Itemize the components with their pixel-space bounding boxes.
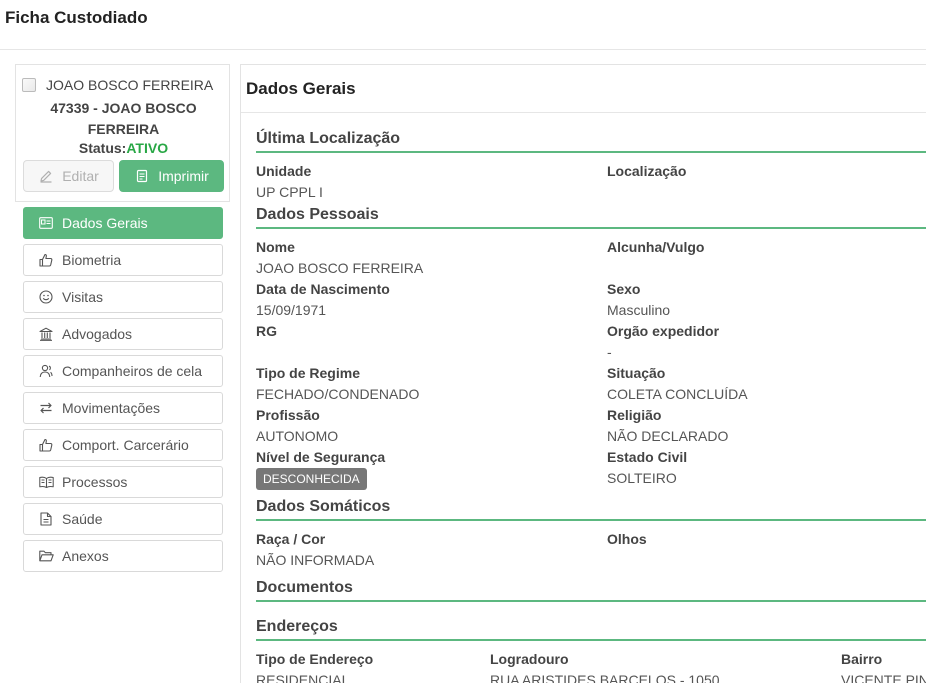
status-badge: ATIVO bbox=[126, 140, 169, 156]
unidade-value: UP CPPL I bbox=[256, 184, 323, 200]
sidebar-item-label: Anexos bbox=[62, 548, 109, 564]
exchange-icon bbox=[38, 400, 54, 416]
folder-open-icon bbox=[38, 548, 54, 564]
sidebar-item-label: Comport. Carcerário bbox=[62, 437, 189, 453]
profissao-label: Profissão bbox=[256, 407, 320, 423]
sidebar-item-advogados[interactable]: Advogados bbox=[23, 318, 223, 350]
page-header: Ficha Custodiado bbox=[0, 0, 926, 50]
profile-photo: JOAO BOSCO FERREIRA bbox=[22, 77, 228, 95]
panel-header: Dados Gerais bbox=[241, 65, 926, 113]
orgao-expedidor-value: - bbox=[607, 344, 612, 360]
sexo-label: Sexo bbox=[607, 281, 641, 297]
panel-title: Dados Gerais bbox=[246, 79, 356, 98]
profissao-value: AUTONOMO bbox=[256, 428, 339, 444]
situacao-value: COLETA CONCLUÍDA bbox=[607, 386, 748, 402]
print-button-label: Imprimir bbox=[158, 168, 209, 184]
section-title-dados-somaticos: Dados Somáticos bbox=[256, 498, 391, 515]
status-label: Status: bbox=[78, 140, 127, 156]
estado-civil-label: Estado Civil bbox=[607, 449, 688, 465]
section-title-ultima-localizacao: Última Localização bbox=[256, 130, 401, 147]
sidebar-item-anexos[interactable]: Anexos bbox=[23, 540, 223, 572]
bank-icon bbox=[38, 326, 54, 342]
orgao-expedidor-label: Orgão expedidor bbox=[607, 323, 720, 339]
raca-label: Raça / Cor bbox=[256, 531, 326, 547]
section-divider bbox=[256, 639, 926, 641]
sidebar-item-companheiros-de-cela[interactable]: Companheiros de cela bbox=[23, 355, 223, 387]
sidebar-item-label: Companheiros de cela bbox=[62, 363, 203, 379]
profile-name-line2: FERREIRA bbox=[87, 121, 160, 137]
sidebar-item-processos[interactable]: Processos bbox=[23, 466, 223, 498]
sidebar-item-label: Saúde bbox=[62, 511, 103, 527]
nome-value: JOAO BOSCO FERREIRA bbox=[256, 260, 424, 276]
nascimento-value: 15/09/1971 bbox=[256, 302, 327, 318]
book-icon bbox=[38, 474, 54, 490]
section-divider bbox=[256, 600, 926, 602]
sidebar-item-label: Advogados bbox=[62, 326, 133, 342]
sidebar-item-label: Movimentações bbox=[62, 400, 161, 416]
smile-icon bbox=[38, 289, 54, 305]
nome-label: Nome bbox=[256, 239, 295, 255]
alcunha-label: Alcunha/Vulgo bbox=[607, 239, 705, 255]
regime-label: Tipo de Regime bbox=[256, 365, 360, 381]
sidebar-item-label: Processos bbox=[62, 474, 128, 490]
section-divider bbox=[256, 519, 926, 521]
section-title-documentos: Documentos bbox=[256, 579, 353, 596]
sidebar-item-label: Dados Gerais bbox=[62, 215, 148, 231]
profile-name: 47339 - JOAO BOSCO FERREIRA bbox=[16, 98, 231, 140]
raca-value: NÃO INFORMADA bbox=[256, 552, 375, 568]
regime-value: FECHADO/CONDENADO bbox=[256, 386, 420, 402]
broken-image-icon bbox=[22, 78, 36, 92]
sidebar-item-dados-gerais[interactable]: Dados Gerais bbox=[23, 207, 223, 239]
edit-button-label: Editar bbox=[62, 168, 99, 184]
seguranca-label: Nível de Segurança bbox=[256, 449, 386, 465]
section-title-dados-pessoais: Dados Pessoais bbox=[256, 206, 379, 223]
sidebar-item-visitas[interactable]: Visitas bbox=[23, 281, 223, 313]
profile-name-line1: 47339 - JOAO BOSCO bbox=[50, 100, 197, 116]
section-divider bbox=[256, 227, 926, 229]
tipo-endereco-label: Tipo de Endereço bbox=[256, 651, 374, 667]
estado-civil-value: SOLTEIRO bbox=[607, 470, 677, 486]
tipo-endereco-value: RESIDENCIAL bbox=[256, 672, 350, 683]
bairro-value: VICENTE PINZON bbox=[841, 672, 926, 683]
id-card-icon bbox=[38, 215, 54, 231]
document-icon bbox=[134, 168, 150, 184]
logradouro-label: Logradouro bbox=[490, 651, 569, 667]
thumbs-up-icon bbox=[38, 252, 54, 268]
pencil-icon bbox=[38, 168, 54, 184]
sidebar-item-saude[interactable]: Saúde bbox=[23, 503, 223, 535]
logradouro-value: RUA ARISTIDES BARCELOS - 1050 bbox=[490, 672, 720, 683]
edit-button[interactable]: Editar bbox=[23, 160, 114, 192]
section-divider bbox=[256, 151, 926, 153]
sidebar-item-label: Biometria bbox=[62, 252, 122, 268]
section-title-enderecos: Endereços bbox=[256, 618, 338, 635]
sidebar-item-comport-carcerario[interactable]: Comport. Carcerário bbox=[23, 429, 223, 461]
situacao-label: Situação bbox=[607, 365, 666, 381]
print-button[interactable]: Imprimir bbox=[119, 160, 224, 192]
religiao-label: Religião bbox=[607, 407, 662, 423]
sidebar-item-biometria[interactable]: Biometria bbox=[23, 244, 223, 276]
nascimento-label: Data de Nascimento bbox=[256, 281, 390, 297]
sexo-value: Masculino bbox=[607, 302, 671, 318]
sidebar-item-label: Visitas bbox=[62, 289, 103, 305]
unidade-label: Unidade bbox=[256, 163, 312, 179]
thumbs-up-icon bbox=[38, 437, 54, 453]
olhos-label: Olhos bbox=[607, 531, 647, 547]
profile-card: JOAO BOSCO FERREIRA 47339 - JOAO BOSCO F… bbox=[15, 64, 230, 202]
localizacao-label: Localização bbox=[607, 163, 687, 179]
users-icon bbox=[38, 363, 54, 379]
religiao-value: NÃO DECLARADO bbox=[607, 428, 729, 444]
bairro-label: Bairro bbox=[841, 651, 883, 667]
seguranca-badge: DESCONHECIDA bbox=[256, 468, 367, 490]
rg-label: RG bbox=[256, 323, 277, 339]
profile-status: Status:ATIVO bbox=[16, 140, 231, 156]
page-title: Ficha Custodiado bbox=[5, 8, 148, 27]
file-icon bbox=[38, 511, 54, 527]
sidebar-item-movimentacoes[interactable]: Movimentações bbox=[23, 392, 223, 424]
profile-photo-alt: JOAO BOSCO FERREIRA bbox=[46, 77, 214, 93]
